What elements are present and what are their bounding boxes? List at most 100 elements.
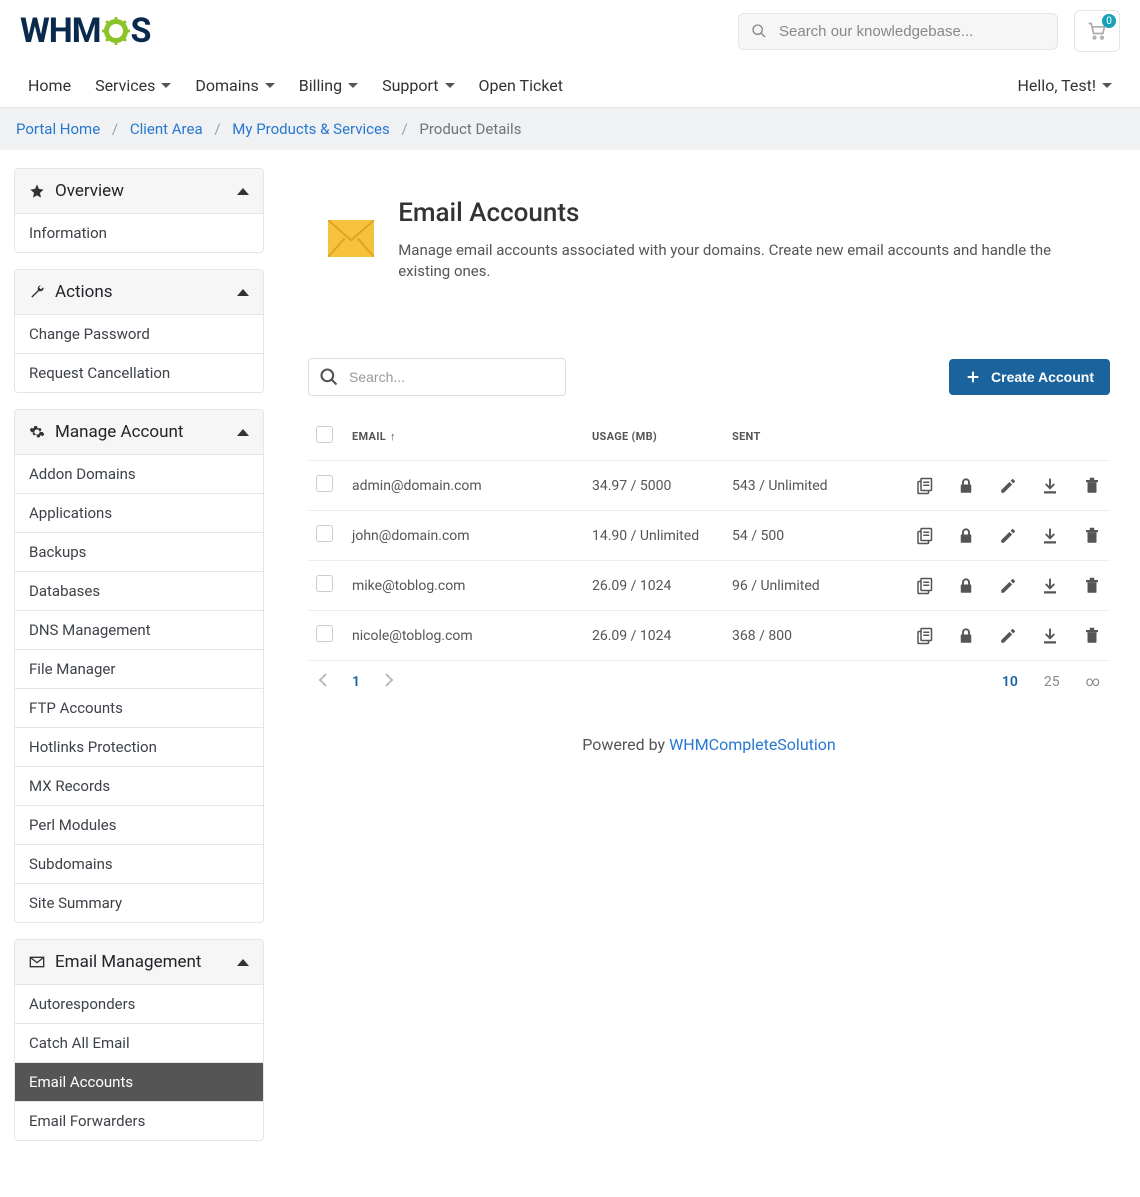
- sidebar-email-item[interactable]: Email Accounts: [15, 1062, 263, 1101]
- edit-icon[interactable]: [998, 476, 1018, 496]
- sidebar-actions-item[interactable]: Change Password: [15, 315, 263, 353]
- sidebar-manage-item[interactable]: Backups: [15, 532, 263, 571]
- edit-icon[interactable]: [998, 526, 1018, 546]
- page-next[interactable]: [384, 673, 394, 691]
- cart-button[interactable]: 0: [1074, 10, 1120, 52]
- sidebar-overview-item[interactable]: Information: [15, 214, 263, 252]
- row-sent: 543 / Unlimited: [724, 461, 874, 511]
- panel-email-management: Email Management AutorespondersCatch All…: [14, 939, 264, 1141]
- panel-header-manage-account[interactable]: Manage Account: [15, 410, 263, 455]
- row-checkbox[interactable]: [316, 575, 333, 592]
- chevron-up-icon: [237, 289, 249, 296]
- page-prev[interactable]: [318, 673, 328, 691]
- chevron-up-icon: [237, 429, 249, 436]
- sort-asc-icon: ↑: [390, 430, 396, 443]
- nav-open-ticket[interactable]: Open Ticket: [479, 64, 563, 107]
- chevron-down-icon: [1102, 83, 1112, 88]
- main-nav: Home Services Domains Billing Support Op…: [28, 64, 563, 107]
- log-icon[interactable]: [914, 526, 934, 546]
- download-icon[interactable]: [1040, 626, 1060, 646]
- sidebar-manage-item[interactable]: Hotlinks Protection: [15, 727, 263, 766]
- sidebar-email-item[interactable]: Catch All Email: [15, 1023, 263, 1062]
- panel-header-actions[interactable]: Actions: [15, 270, 263, 315]
- panel-actions: Actions Change PasswordRequest Cancellat…: [14, 269, 264, 393]
- footer-link[interactable]: WHMCompleteSolution: [669, 735, 836, 754]
- nav-domains[interactable]: Domains: [195, 64, 274, 107]
- column-sent[interactable]: SENT: [724, 412, 874, 461]
- edit-icon[interactable]: [998, 626, 1018, 646]
- cart-badge: 0: [1102, 14, 1116, 28]
- page-size-25[interactable]: 25: [1044, 674, 1060, 690]
- nav-home[interactable]: Home: [28, 64, 71, 107]
- star-icon: [29, 183, 45, 199]
- panel-overview: Overview Information: [14, 168, 264, 253]
- breadcrumb-link[interactable]: Client Area: [130, 120, 203, 138]
- sidebar-manage-item[interactable]: Subdomains: [15, 844, 263, 883]
- nav-services[interactable]: Services: [95, 64, 171, 107]
- page-size-10[interactable]: 10: [1002, 674, 1018, 690]
- sidebar-manage-item[interactable]: FTP Accounts: [15, 688, 263, 727]
- chevron-up-icon: [237, 959, 249, 966]
- sidebar-manage-item[interactable]: DNS Management: [15, 610, 263, 649]
- row-sent: 368 / 800: [724, 611, 874, 661]
- sidebar-email-item[interactable]: Autoresponders: [15, 985, 263, 1023]
- row-checkbox[interactable]: [316, 525, 333, 542]
- trash-icon[interactable]: [1082, 576, 1102, 596]
- sidebar-manage-item[interactable]: Perl Modules: [15, 805, 263, 844]
- chevron-down-icon: [445, 83, 455, 88]
- select-all-checkbox[interactable]: [316, 426, 333, 443]
- nav-billing[interactable]: Billing: [299, 64, 358, 107]
- brand-logo[interactable]: WHM S: [20, 11, 150, 51]
- log-icon[interactable]: [914, 476, 934, 496]
- sidebar-actions-item[interactable]: Request Cancellation: [15, 353, 263, 392]
- wrench-icon: [29, 284, 45, 300]
- breadcrumb-link[interactable]: My Products & Services: [232, 120, 389, 138]
- sidebar-manage-item[interactable]: Site Summary: [15, 883, 263, 922]
- sidebar-manage-item[interactable]: MX Records: [15, 766, 263, 805]
- download-icon[interactable]: [1040, 526, 1060, 546]
- log-icon[interactable]: [914, 626, 934, 646]
- kb-search-input[interactable]: [777, 22, 1045, 41]
- lock-icon[interactable]: [956, 526, 976, 546]
- row-checkbox[interactable]: [316, 625, 333, 642]
- create-account-button[interactable]: Create Account: [949, 359, 1110, 395]
- envelope-icon: [29, 954, 45, 970]
- lock-icon[interactable]: [956, 476, 976, 496]
- kb-search-container: [738, 13, 1058, 50]
- download-icon[interactable]: [1040, 476, 1060, 496]
- row-checkbox[interactable]: [316, 475, 333, 492]
- panel-header-email-management[interactable]: Email Management: [15, 940, 263, 985]
- download-icon[interactable]: [1040, 576, 1060, 596]
- table-search-input[interactable]: [347, 368, 555, 386]
- breadcrumb-link[interactable]: Portal Home: [16, 120, 100, 138]
- gear-icon: [102, 17, 130, 45]
- sidebar-manage-item[interactable]: Addon Domains: [15, 455, 263, 493]
- trash-icon[interactable]: [1082, 626, 1102, 646]
- column-usage[interactable]: USAGE (MB): [584, 412, 724, 461]
- sidebar-manage-item[interactable]: Applications: [15, 493, 263, 532]
- row-email: nicole@toblog.com: [344, 611, 584, 661]
- email-accounts-icon: [328, 220, 374, 260]
- page-description: Manage email accounts associated with yo…: [398, 240, 1090, 282]
- page-size-all[interactable]: ∞: [1086, 674, 1100, 690]
- edit-icon[interactable]: [998, 576, 1018, 596]
- sidebar-manage-item[interactable]: File Manager: [15, 649, 263, 688]
- page-1[interactable]: 1: [352, 674, 360, 690]
- row-email: admin@domain.com: [344, 461, 584, 511]
- row-sent: 54 / 500: [724, 511, 874, 561]
- sidebar-email-item[interactable]: Email Forwarders: [15, 1101, 263, 1140]
- user-menu[interactable]: Hello, Test!: [1018, 64, 1112, 107]
- log-icon[interactable]: [914, 576, 934, 596]
- lock-icon[interactable]: [956, 626, 976, 646]
- panel-header-overview[interactable]: Overview: [15, 169, 263, 214]
- table-row: mike@toblog.com26.09 / 102496 / Unlimite…: [308, 561, 1110, 611]
- sidebar-manage-item[interactable]: Databases: [15, 571, 263, 610]
- trash-icon[interactable]: [1082, 476, 1102, 496]
- column-email[interactable]: EMAIL↑: [344, 412, 584, 461]
- gear-icon: [29, 424, 45, 440]
- trash-icon[interactable]: [1082, 526, 1102, 546]
- table-search-container: [308, 358, 566, 396]
- lock-icon[interactable]: [956, 576, 976, 596]
- nav-support[interactable]: Support: [382, 64, 454, 107]
- plus-icon: [965, 369, 981, 385]
